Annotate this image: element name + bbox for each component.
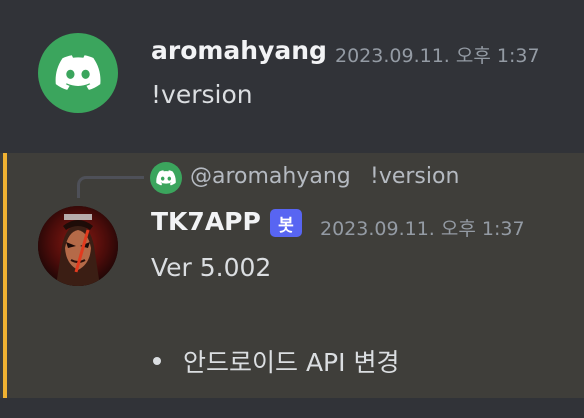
bot-avatar[interactable] xyxy=(38,206,118,286)
message-author[interactable]: aromahyang xyxy=(151,36,327,65)
discord-logo-icon xyxy=(156,170,176,186)
reply-preview-text[interactable]: !version xyxy=(370,164,459,189)
mention-highlight-bar xyxy=(3,153,7,398)
list-item-text: 안드로이드 API 변경 xyxy=(183,348,400,377)
bullet-dot xyxy=(153,357,161,365)
bot-badge: 봇 xyxy=(270,209,302,237)
chat-messages: aromahyang 2023.09.11. 오후 1:37 !version … xyxy=(0,0,584,418)
message-timestamp: 2023.09.11. 오후 1:37 xyxy=(335,45,540,67)
reply-avatar[interactable] xyxy=(150,162,182,194)
message-content: !version xyxy=(151,80,253,109)
message-content: Ver 5.002 xyxy=(151,253,272,282)
reply-author[interactable]: @aromahyang xyxy=(190,164,351,189)
tekken-character-avatar-icon xyxy=(38,206,118,286)
message-author[interactable]: TK7APP xyxy=(151,207,261,236)
reply-spine xyxy=(77,176,144,198)
message-item: aromahyang 2023.09.11. 오후 1:37 !version xyxy=(0,0,584,150)
discord-logo-icon xyxy=(55,55,101,90)
user-avatar[interactable] xyxy=(38,33,118,113)
message-timestamp: 2023.09.11. 오후 1:37 xyxy=(320,218,525,240)
message-item-highlighted: @aromahyang !version TK7APP 봇 2023.09.11… xyxy=(0,153,584,398)
list-item: 안드로이드 API 변경 xyxy=(151,343,399,379)
